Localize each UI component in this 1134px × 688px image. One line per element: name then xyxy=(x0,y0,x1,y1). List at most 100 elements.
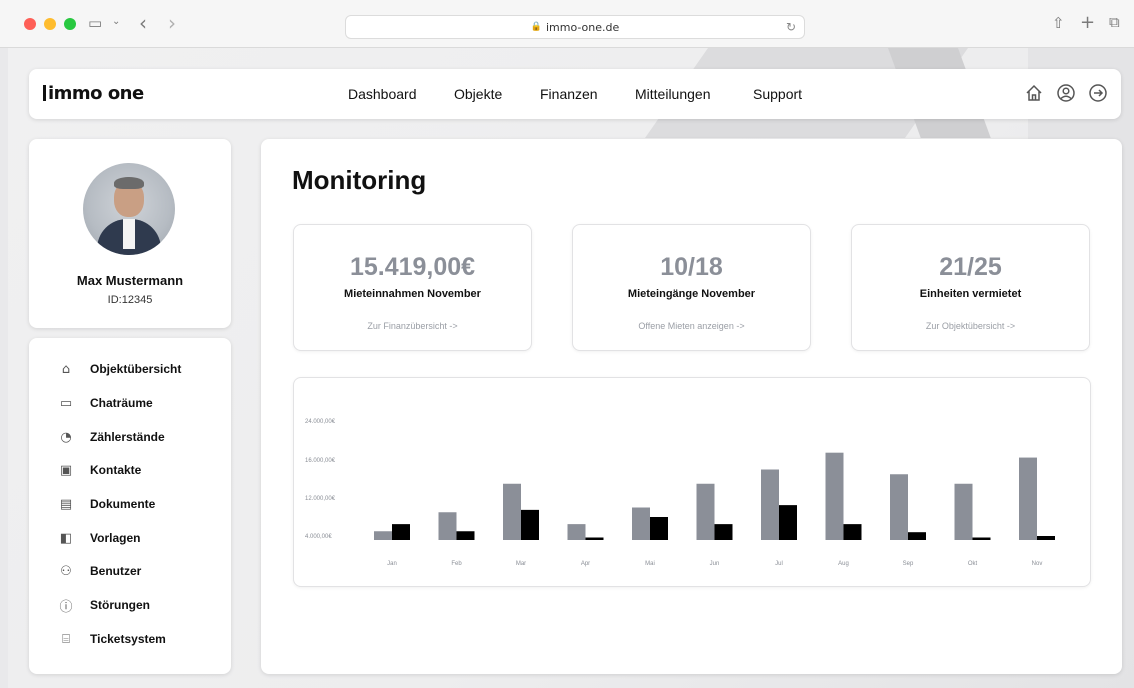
y-tick-label: 16.000,00€ xyxy=(305,458,336,464)
stat-label: Einheiten vermietet xyxy=(919,288,1022,300)
page-title: Monitoring xyxy=(292,165,427,195)
finance-overview-link[interactable]: Zur Finanzübersicht -> xyxy=(294,321,531,331)
bar-black-Jul xyxy=(779,505,797,540)
sidebar-item-stoerungen[interactable]: ⓘ Störungen xyxy=(29,592,231,618)
stat-value: 21/25 xyxy=(939,253,1002,281)
sidebar-item-ticketsystem[interactable]: ⌸ Ticketsystem xyxy=(29,626,231,652)
sidebar-item-label: Zählerstände xyxy=(90,430,165,444)
x-tick-label: Okt xyxy=(968,561,978,567)
ticket-icon: ⌸ xyxy=(62,631,70,647)
bar-black-Okt xyxy=(972,537,991,540)
sidebar-item-label: Dokumente xyxy=(90,497,156,511)
x-tick-label: Sep xyxy=(903,561,914,567)
x-tick-label: Jul xyxy=(775,561,783,567)
chevron-down-icon[interactable]: ⌄ xyxy=(112,16,120,27)
main-panel: Monitoring 15.419,00€ Mieteinnahmen Nove… xyxy=(261,139,1122,674)
bar-black-Mar xyxy=(521,509,539,540)
forward-icon[interactable]: › xyxy=(168,11,176,35)
bar-gray-Aug xyxy=(825,452,844,540)
url-bar[interactable]: 🔒 immo-one.de ↻ xyxy=(345,15,805,39)
back-icon[interactable]: ‹ xyxy=(139,11,147,35)
x-tick-label: Mar xyxy=(516,561,526,567)
stat-label: Mieteinnahmen November xyxy=(344,288,481,300)
contact-icon: ▣ xyxy=(59,462,73,478)
sidebar-item-label: Benutzer xyxy=(90,564,142,578)
nav-finanzen[interactable]: Finanzen xyxy=(540,86,598,102)
bar-gray-Jun xyxy=(696,483,715,540)
template-icon: ◧ xyxy=(59,530,73,546)
nav-mitteilungen[interactable]: Mitteilungen xyxy=(635,86,711,102)
stat-value: 10/18 xyxy=(660,253,723,281)
sidebar-item-vorlagen[interactable]: ◧ Vorlagen xyxy=(29,525,231,551)
close-window-button[interactable] xyxy=(24,17,36,30)
nav-support[interactable]: Support xyxy=(753,86,802,102)
bar-gray-Mai xyxy=(632,507,650,540)
main-nav: Dashboard Objekte Finanzen Mitteilungen … xyxy=(29,69,1121,119)
stat-value: 15.419,00€ xyxy=(349,253,476,281)
bar-black-Mai xyxy=(650,517,668,540)
sidebar-item-label: Störungen xyxy=(90,598,150,612)
chat-icon: ▭ xyxy=(59,395,73,411)
profile-id: ID:12345 xyxy=(107,294,153,306)
sidebar-item-kontakte[interactable]: ▣ Kontakte xyxy=(29,457,231,483)
sidebar-item-dokumente[interactable]: ▤ Dokumente xyxy=(29,491,231,517)
sidebar-item-label: Vorlagen xyxy=(90,531,141,545)
minimize-window-button[interactable] xyxy=(44,17,56,30)
bar-gray-Jan xyxy=(374,531,392,540)
x-tick-label: Apr xyxy=(581,561,590,567)
bar-gray-Jul xyxy=(761,469,779,540)
sidebar-item-chatraeume[interactable]: ▭ Chaträume xyxy=(29,390,231,416)
new-tab-icon[interactable]: + xyxy=(1080,12,1095,33)
x-tick-label: Feb xyxy=(451,561,462,567)
maximize-window-button[interactable] xyxy=(64,17,76,30)
sidebar-item-zaehlerstaende[interactable]: ◔ Zählerstände xyxy=(29,424,231,450)
bar-gray-Apr xyxy=(567,524,586,540)
stat-label: Mieteingänge November xyxy=(627,288,756,300)
window-controls xyxy=(24,17,76,30)
nav-dashboard[interactable]: Dashboard xyxy=(348,86,417,102)
open-rents-link[interactable]: Offene Mieten anzeigen -> xyxy=(573,321,810,331)
stat-card-payments: 10/18 Mieteingänge November Offene Miete… xyxy=(572,224,811,351)
account-icon[interactable] xyxy=(1055,82,1077,104)
avatar[interactable] xyxy=(83,163,175,255)
meter-icon: ◔ xyxy=(60,429,72,445)
stat-card-income: 15.419,00€ Mieteinnahmen November Zur Fi… xyxy=(293,224,532,351)
bar-black-Sep xyxy=(908,532,926,540)
x-tick-label: Mai xyxy=(645,561,655,567)
rent-bar-chart: 24.000,00€ 16.000,00€ 12.000,00€ 4.000,00€ J… xyxy=(305,419,1055,567)
bar-black-Nov xyxy=(1037,536,1055,540)
bar-black-Apr xyxy=(585,537,604,540)
nav-objekte[interactable]: Objekte xyxy=(454,86,502,102)
reload-icon[interactable]: ↻ xyxy=(786,20,796,34)
document-icon: ▤ xyxy=(59,496,73,512)
profile-card: Max Mustermann ID:12345 xyxy=(29,139,231,328)
bar-gray-Nov xyxy=(1019,457,1037,540)
logout-icon[interactable] xyxy=(1087,82,1109,104)
bar-black-Jan xyxy=(392,524,410,540)
tabs-overview-icon[interactable]: ⧉ xyxy=(1109,13,1120,31)
bar-black-Jun xyxy=(714,524,733,540)
header-actions xyxy=(1023,82,1109,104)
bar-gray-Mar xyxy=(503,483,521,540)
sidebar-item-label: Ticketsystem xyxy=(90,632,166,646)
stat-card-units: 21/25 Einheiten vermietet Zur Objektüber… xyxy=(851,224,1090,351)
sidebar-item-label: Objektübersicht xyxy=(90,362,182,376)
x-tick-label: Jun xyxy=(710,561,720,567)
home-icon[interactable] xyxy=(1023,82,1045,104)
sidebar-item-objektuebersicht[interactable]: ⌂ Objektübersicht xyxy=(29,356,231,382)
x-tick-label: Jan xyxy=(387,561,397,567)
lock-icon: 🔒 xyxy=(530,22,542,32)
sidebar-toggle-icon[interactable]: ▭ xyxy=(88,14,102,32)
profile-name: Max Mustermann xyxy=(76,273,184,288)
bar-black-Aug xyxy=(843,524,862,540)
sidebar-item-benutzer[interactable]: ⚇ Benutzer xyxy=(29,558,231,584)
users-icon: ⚇ xyxy=(60,563,72,579)
object-overview-link[interactable]: Zur Objektübersicht -> xyxy=(852,321,1089,331)
y-tick-label: 24.000,00€ xyxy=(305,419,336,425)
share-icon[interactable]: ⇧ xyxy=(1052,14,1065,32)
bar-gray-Okt xyxy=(954,483,973,540)
y-tick-label: 12.000,00€ xyxy=(305,496,336,502)
home-icon: ⌂ xyxy=(61,361,71,377)
alert-icon: ⓘ xyxy=(59,599,73,615)
rent-chart-card: 24.000,00€ 16.000,00€ 12.000,00€ 4.000,00€ J… xyxy=(293,377,1091,587)
